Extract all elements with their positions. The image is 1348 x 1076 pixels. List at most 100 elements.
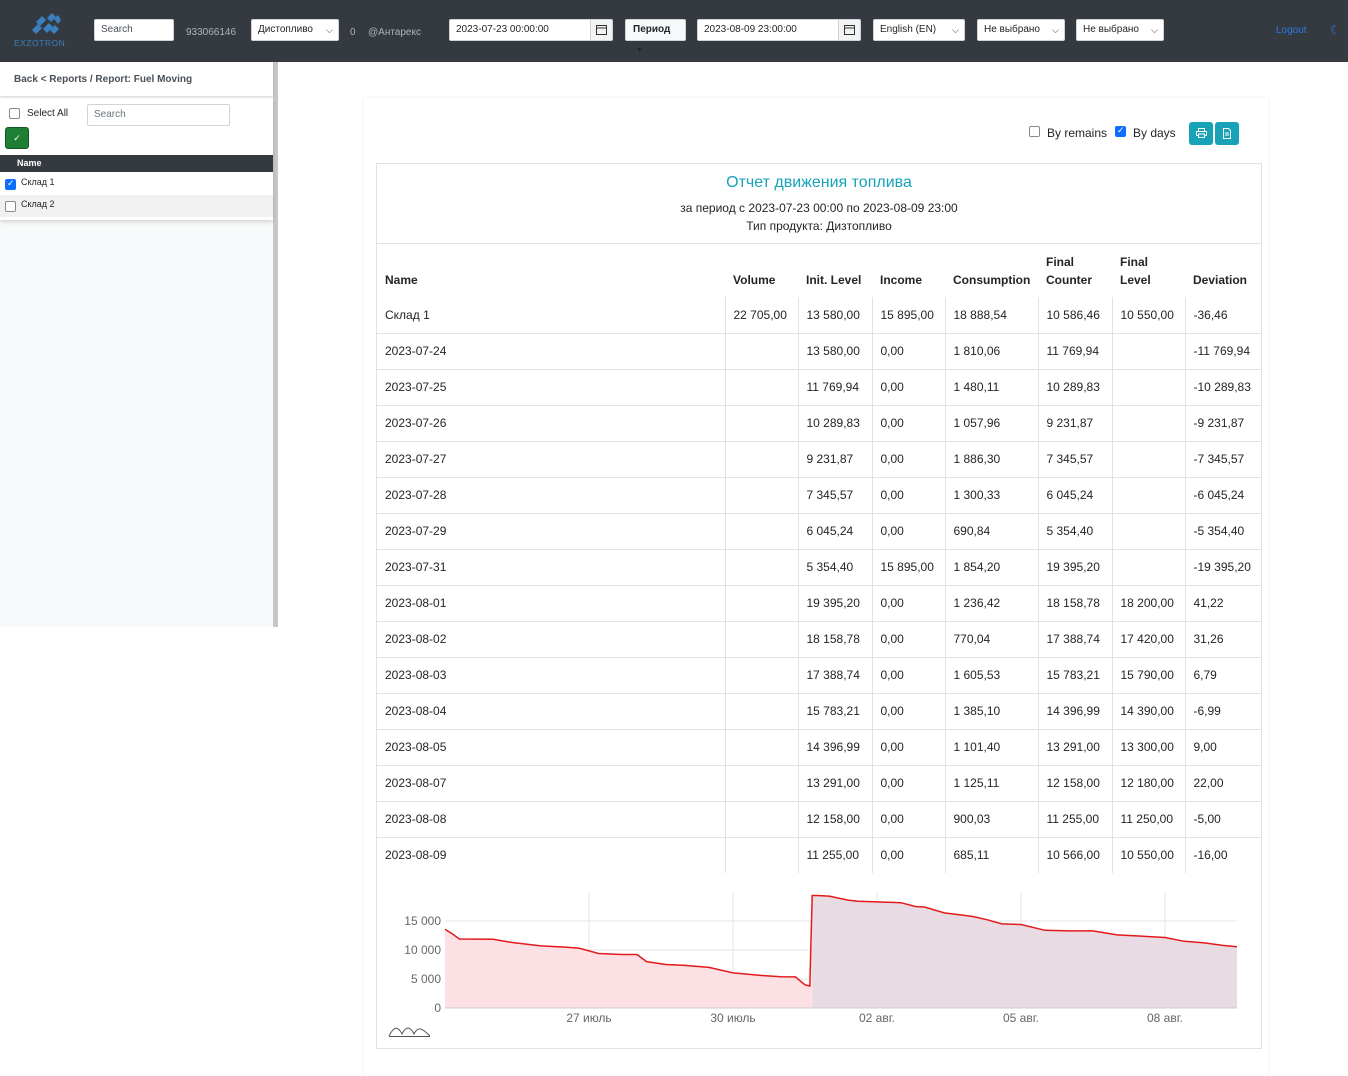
table-cell: 0,00 [871, 404, 945, 441]
table-cell: 15 895,00 [871, 297, 945, 333]
table-cell: 770,04 [944, 620, 1038, 657]
sidebar-scrollbar[interactable] [273, 62, 278, 627]
table-cell [724, 656, 798, 693]
warehouse-checkbox[interactable] [5, 201, 16, 212]
filter-select-2[interactable]: Не выбрано ⌵ [1076, 19, 1164, 41]
table-cell: 14 396,99 [1037, 692, 1112, 729]
filter-select-1-value: Не выбрано [984, 24, 1040, 35]
table-cell: -10 289,83 [1184, 368, 1261, 405]
export-excel-button[interactable] [1215, 122, 1239, 145]
chart-type-icon[interactable] [388, 1022, 432, 1038]
table-cell: 0,00 [871, 656, 945, 693]
table-cell [1111, 440, 1185, 477]
table-cell: 7 345,57 [797, 476, 872, 513]
logo-text: EXZOTRON [14, 38, 66, 48]
table-cell: 13 580,00 [797, 297, 872, 333]
table-cell: 17 388,74 [1037, 620, 1112, 657]
apply-button[interactable]: ✓ [5, 127, 29, 149]
table-cell: 22,00 [1184, 764, 1261, 801]
file-excel-icon [1223, 128, 1231, 139]
table-cell: 0,00 [871, 728, 945, 765]
by-remains-checkbox[interactable] [1029, 126, 1040, 137]
object-count: 0 [350, 27, 356, 38]
table-cell [724, 800, 798, 837]
table-cell [724, 584, 798, 621]
table-cell: 10 550,00 [1111, 297, 1185, 333]
table-cell: 0,00 [871, 332, 945, 369]
table-cell [724, 476, 798, 513]
table-cell [724, 440, 798, 477]
table-cell: 685,11 [944, 836, 1038, 873]
table-cell: -9 231,87 [1184, 404, 1261, 441]
table-cell: 6 045,24 [797, 512, 872, 549]
date-from-input[interactable]: 2023-07-23 00:00:00 [449, 19, 613, 41]
table-cell: 10 289,83 [1037, 368, 1112, 405]
filter-select-1[interactable]: Не выбрано ⌵ [977, 19, 1065, 41]
table-cell: 2023-08-02 [377, 620, 725, 657]
period-dropdown-button[interactable]: Период ▼ [625, 19, 686, 54]
table-cell: 0,00 [871, 764, 945, 801]
table-cell: 0,00 [871, 836, 945, 873]
column-header: Income [880, 273, 923, 287]
table-cell: 9,00 [1184, 728, 1261, 765]
check-icon: ✓ [13, 133, 21, 143]
column-header: Deviation [1193, 273, 1248, 287]
table-cell: 19 395,20 [1037, 548, 1112, 585]
table-cell [1111, 548, 1185, 585]
table-row: 2023-07-28 7 345,57 0,00 1 300,33 6 045,24 -6… [377, 476, 1261, 513]
table-cell: 2023-08-08 [377, 800, 725, 837]
table-row: 2023-08-05 14 396,99 0,00 1 101,40 13 291,00… [377, 728, 1261, 765]
table-cell: 10 289,83 [797, 404, 872, 441]
table-cell: 6 045,24 [1037, 476, 1112, 513]
chevron-down-icon: ⌵ [1151, 25, 1158, 35]
product-select[interactable]: Дистопливо ⌵ [251, 19, 339, 41]
table-cell: 22 705,00 [724, 297, 798, 333]
calendar-icon[interactable] [838, 20, 860, 40]
x-tick-label: 27 июль [566, 1011, 611, 1025]
sidebar-search-input[interactable]: Search [87, 104, 230, 126]
warehouse-row[interactable]: Склад 1 [0, 173, 273, 195]
column-header: Init. Level [806, 273, 862, 287]
table-row: 2023-08-08 12 158,00 0,00 900,03 11 255,00 11… [377, 800, 1261, 837]
search-input[interactable]: Search [94, 19, 174, 41]
top-navbar: EXZOTRON Search 933066146 Дистопливо ⌵ 0… [0, 0, 1348, 62]
chevron-down-icon: ⌵ [952, 25, 959, 35]
date-to-value: 2023-08-09 23:00:00 [704, 24, 797, 35]
table-cell [1111, 368, 1185, 405]
table-cell: 2023-08-05 [377, 728, 725, 765]
table-cell: 0,00 [871, 368, 945, 405]
column-header: Consumption [953, 273, 1031, 287]
date-to-input[interactable]: 2023-08-09 23:00:00 [697, 19, 861, 41]
table-cell: -6 045,24 [1184, 476, 1261, 513]
table-row: 2023-08-07 13 291,00 0,00 1 125,11 12 158,00… [377, 764, 1261, 801]
by-days-label: By days [1133, 126, 1176, 140]
logout-link[interactable]: Logout [1276, 25, 1307, 36]
table-cell [1111, 332, 1185, 369]
table-cell [1111, 404, 1185, 441]
table-cell: 0,00 [871, 512, 945, 549]
area-fill-after-income [812, 895, 1237, 1008]
table-row: 2023-07-26 10 289,83 0,00 1 057,96 9 231,87 -… [377, 404, 1261, 441]
table-row: 2023-07-29 6 045,24 0,00 690,84 5 354,40 -5 3… [377, 512, 1261, 549]
print-button[interactable] [1189, 122, 1213, 145]
chevron-down-icon: ⌵ [326, 25, 333, 35]
moon-icon[interactable]: ☾ [1330, 23, 1341, 37]
column-header: Name [385, 273, 418, 287]
table-cell: 18 158,78 [797, 620, 872, 657]
warehouse-label: Склад 2 [21, 199, 55, 209]
table-cell: 1 300,33 [944, 476, 1038, 513]
table-header-row: Name Volume Init. Level Income Consumpti… [377, 244, 1261, 297]
by-days-checkbox[interactable] [1115, 125, 1126, 137]
x-tick-label: 30 июль [710, 1011, 755, 1025]
calendar-icon[interactable] [590, 20, 612, 40]
language-select[interactable]: English (EN) ⌵ [873, 19, 965, 41]
table-cell: 2023-07-24 [377, 332, 725, 369]
table-row: 2023-08-02 18 158,78 0,00 770,04 17 388,74 17… [377, 620, 1261, 657]
warehouse-row[interactable]: Склад 2 [0, 195, 273, 217]
table-cell [724, 512, 798, 549]
warehouse-checkbox[interactable] [5, 178, 16, 190]
select-all-checkbox[interactable] [9, 108, 20, 119]
table-cell: -6,99 [1184, 692, 1261, 729]
by-remains-label: By remains [1047, 126, 1108, 140]
breadcrumb[interactable]: Back < Reports / Report: Fuel Moving [14, 74, 192, 85]
